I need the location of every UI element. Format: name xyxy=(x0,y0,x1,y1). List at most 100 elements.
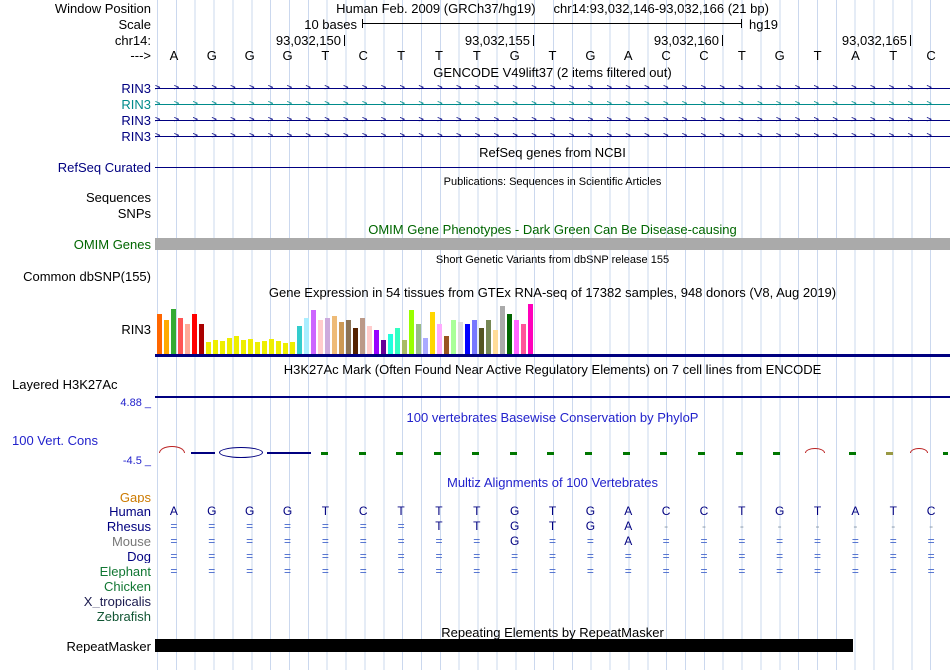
alignment-row[interactable]: = = = = = = = = = = = = = = = = = = = = = xyxy=(155,549,950,563)
gtex-expression-bar[interactable] xyxy=(486,320,491,354)
sequences-track[interactable] xyxy=(155,190,950,204)
alignment-cell: - xyxy=(739,519,744,533)
gtex-expression-bar[interactable] xyxy=(514,320,519,354)
gtex-expression-bar[interactable] xyxy=(157,314,162,354)
dbsnp-track[interactable] xyxy=(155,269,950,283)
gtex-expression-bar[interactable] xyxy=(437,324,442,354)
gtex-expression-bar[interactable] xyxy=(311,310,316,354)
gtex-expression-bar[interactable] xyxy=(416,324,421,354)
omim-gene-band[interactable] xyxy=(155,238,950,250)
gtex-expression-bar[interactable] xyxy=(262,341,267,354)
scale-row: Scale 10 bases hg19 xyxy=(0,17,950,32)
gtex-expression-bar[interactable] xyxy=(241,340,246,354)
alignment-cell: G xyxy=(509,519,520,533)
gtex-expression-bar[interactable] xyxy=(521,324,526,354)
alignment-cell: T xyxy=(321,504,330,518)
gene-body[interactable]: >>>>>>>>>>>>>>>>>>>>>>>>>>>>>>>>>>>>>>>>… xyxy=(155,113,950,128)
gtex-expression-bar[interactable] xyxy=(367,326,372,354)
gtex-bars xyxy=(155,300,950,357)
alignment-cell: = xyxy=(511,549,519,563)
gene-body[interactable]: >>>>>>>>>>>>>>>>>>>>>>>>>>>>>>>>>>>>>>>>… xyxy=(155,81,950,96)
gtex-expression-bar[interactable] xyxy=(381,340,386,354)
gene-body[interactable]: >>>>>>>>>>>>>>>>>>>>>>>>>>>>>>>>>>>>>>>>… xyxy=(155,97,950,112)
gtex-expression-bar[interactable] xyxy=(423,338,428,354)
alignment-cell: = xyxy=(397,534,405,548)
gtex-expression-bar[interactable] xyxy=(353,328,358,354)
gtex-expression-bar[interactable] xyxy=(220,341,225,354)
gtex-expression-bar[interactable] xyxy=(395,328,400,354)
gtex-expression-bar[interactable] xyxy=(479,328,484,354)
gtex-expression-bar[interactable] xyxy=(402,340,407,354)
gtex-expression-bar[interactable] xyxy=(255,342,260,354)
h3k27ac-title: H3K27Ac Mark (Often Found Near Active Re… xyxy=(283,362,822,377)
gaps-track[interactable] xyxy=(155,490,950,503)
gtex-expression-bar[interactable] xyxy=(346,320,351,354)
alignment-cell: = xyxy=(624,549,632,563)
alignment-cell: A xyxy=(624,534,633,548)
gtex-expression-bar[interactable] xyxy=(213,340,218,354)
window-position-row: Window Position Human Feb. 2009 (GRCh37/… xyxy=(0,1,950,16)
gtex-expression-bar[interactable] xyxy=(325,318,330,354)
alignment-row[interactable]: = = = = = = = = = G = = A = = = = = = = = xyxy=(155,534,950,548)
gtex-expression-bar[interactable] xyxy=(500,306,505,354)
gtex-expression-bar[interactable] xyxy=(507,314,512,354)
alignment-row[interactable] xyxy=(155,579,950,593)
alignment-row[interactable]: AGGGTCTTTGTGACCTGTATC xyxy=(155,504,950,518)
alignment-cell: - xyxy=(815,519,820,533)
alignment-cell: = xyxy=(170,564,178,578)
gtex-expression-bar[interactable] xyxy=(409,310,414,354)
repeatmasker-band[interactable] xyxy=(155,639,853,652)
alignment-row[interactable] xyxy=(155,594,950,608)
gtex-expression-bar[interactable] xyxy=(360,318,365,354)
gtex-expression-bar[interactable] xyxy=(283,343,288,354)
gtex-expression-bar[interactable] xyxy=(290,342,295,354)
repeatmasker-track[interactable] xyxy=(155,639,950,653)
refseq-gene-body[interactable] xyxy=(155,160,950,175)
gtex-expression-bar[interactable] xyxy=(444,336,449,354)
gtex-expression-bar[interactable] xyxy=(465,324,470,354)
gtex-expression-bar[interactable] xyxy=(472,320,477,354)
gtex-expression-bar[interactable] xyxy=(451,320,456,354)
alignment-cell: A xyxy=(169,504,178,518)
alignment-cell: = xyxy=(586,564,594,578)
coordinate-label: 93,032,150 xyxy=(275,33,341,48)
gtex-expression-bar[interactable] xyxy=(164,320,169,354)
gtex-expression-bar[interactable] xyxy=(297,326,302,354)
alignment-cell: T xyxy=(889,504,897,518)
gtex-expression-bar[interactable] xyxy=(171,309,176,354)
gtex-expression-bar[interactable] xyxy=(493,330,498,354)
gtex-expression-bar[interactable] xyxy=(185,324,190,354)
gene-body[interactable]: >>>>>>>>>>>>>>>>>>>>>>>>>>>>>>>>>>>>>>>>… xyxy=(155,129,950,144)
gtex-expression-bar[interactable] xyxy=(192,314,197,354)
multiz-species-row: Elephant = = = = = = = = = = = = = = = = = = = = = xyxy=(0,564,950,578)
gtex-expression-bar[interactable] xyxy=(269,339,274,354)
alignment-cell: - xyxy=(891,519,896,533)
gtex-expression-bar[interactable] xyxy=(248,339,253,354)
gene-strand-arrows: >>>>>>>>>>>>>>>>>>>>>>>>>>>>>>>>>>>>>>>>… xyxy=(155,99,946,109)
gtex-expression-bar[interactable] xyxy=(178,318,183,354)
gtex-expression-bar[interactable] xyxy=(206,342,211,354)
alignment-row[interactable]: = = = = = = = = = = = = = = = = = = = = = xyxy=(155,564,950,578)
chromosome-row: chr14: 93,032,150 93,032,155 93,032,160 93,… xyxy=(0,33,950,48)
omim-gene-track[interactable] xyxy=(155,237,950,251)
gtex-expression-bar[interactable] xyxy=(318,320,323,354)
gtex-expression-bar[interactable] xyxy=(234,336,239,354)
gtex-expression-bar[interactable] xyxy=(388,334,393,354)
gtex-expression-bar[interactable] xyxy=(304,318,309,354)
gtex-expression-bar[interactable] xyxy=(199,324,204,354)
alignment-cell: T xyxy=(548,519,557,533)
gtex-expression-bar[interactable] xyxy=(227,338,232,354)
gtex-expression-bar[interactable] xyxy=(374,330,379,354)
gtex-expression-bar[interactable] xyxy=(528,304,533,354)
gtex-expression-bar[interactable] xyxy=(430,312,435,354)
gtex-expression-bar[interactable] xyxy=(332,316,337,354)
gtex-expression-bar[interactable] xyxy=(339,322,344,354)
snps-label: SNPs xyxy=(117,206,151,220)
gtex-chart[interactable] xyxy=(155,300,950,357)
alignment-cell: - xyxy=(701,519,706,533)
gtex-expression-bar[interactable] xyxy=(458,322,463,354)
alignment-row[interactable]: = = = = = = = T T G T G A - - - - - - - - xyxy=(155,519,950,533)
alignment-row[interactable] xyxy=(155,609,950,623)
gtex-expression-bar[interactable] xyxy=(276,341,281,354)
snps-track[interactable] xyxy=(155,206,950,220)
